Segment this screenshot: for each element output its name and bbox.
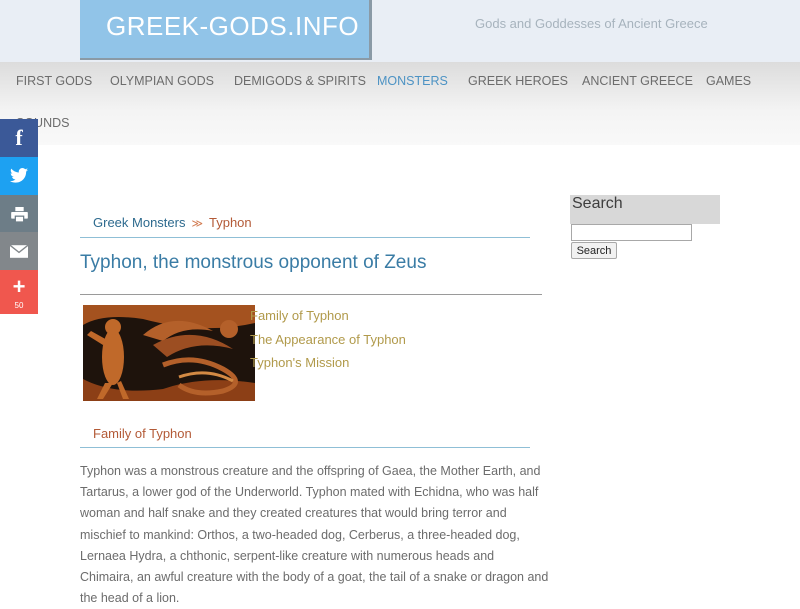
toc-link-appearance[interactable]: The Appearance of Typhon — [250, 332, 406, 347]
search-input[interactable] — [571, 224, 692, 241]
nav-greek-heroes[interactable]: GREEK HEROES — [468, 74, 568, 88]
logo-text: GREEK-GODS.INFO — [106, 11, 360, 41]
breadcrumb-link-greek-monsters[interactable]: Greek Monsters — [93, 215, 185, 230]
typhon-vase-image[interactable] — [83, 305, 255, 401]
nav-ancient-greece[interactable]: ANCIENT GREECE — [582, 74, 693, 88]
section-heading: Family of Typhon — [93, 426, 192, 441]
twitter-icon — [0, 157, 38, 197]
facebook-share-button[interactable]: f — [0, 119, 38, 157]
printer-icon — [0, 195, 38, 236]
nav-olympian-gods[interactable]: OLYMPIAN GODS — [110, 74, 214, 88]
breadcrumb-divider — [80, 237, 530, 238]
email-share-button[interactable] — [0, 232, 38, 270]
share-count: 50 — [14, 301, 24, 310]
page-title: Typhon, the monstrous opponent of Zeus — [80, 252, 427, 273]
site-tagline: Gods and Goddesses of Ancient Greece — [475, 16, 708, 31]
title-divider — [80, 294, 542, 295]
site-logo[interactable]: GREEK-GODS.INFO — [80, 0, 372, 60]
nav-games[interactable]: GAMES — [706, 74, 751, 88]
toc-link-mission[interactable]: Typhon's Mission — [250, 355, 349, 370]
nav-monsters[interactable]: MONSTERS — [377, 74, 448, 88]
section-divider — [80, 447, 530, 448]
more-share-button[interactable]: + 50 — [0, 270, 38, 314]
search-button[interactable]: Search — [571, 242, 617, 259]
plus-icon: + — [12, 274, 26, 299]
envelope-icon — [0, 232, 38, 272]
twitter-share-button[interactable] — [0, 157, 38, 195]
breadcrumb-current[interactable]: Typhon — [209, 215, 252, 230]
article-paragraph: Typhon was a monstrous creature and the … — [80, 464, 549, 606]
search-widget-title: Search — [572, 195, 623, 212]
nav-first-gods[interactable]: FIRST GODS — [16, 74, 92, 88]
toc-link-family[interactable]: Family of Typhon — [250, 308, 349, 323]
breadcrumb: Greek Monsters ≫ Typhon — [93, 215, 252, 230]
print-button[interactable] — [0, 195, 38, 233]
nav-demigods-spirits[interactable]: DEMIGODS & SPIRITS — [234, 74, 366, 88]
search-widget: Search — [570, 195, 720, 224]
breadcrumb-separator: ≫ — [191, 218, 203, 230]
facebook-icon: f — [15, 125, 23, 150]
